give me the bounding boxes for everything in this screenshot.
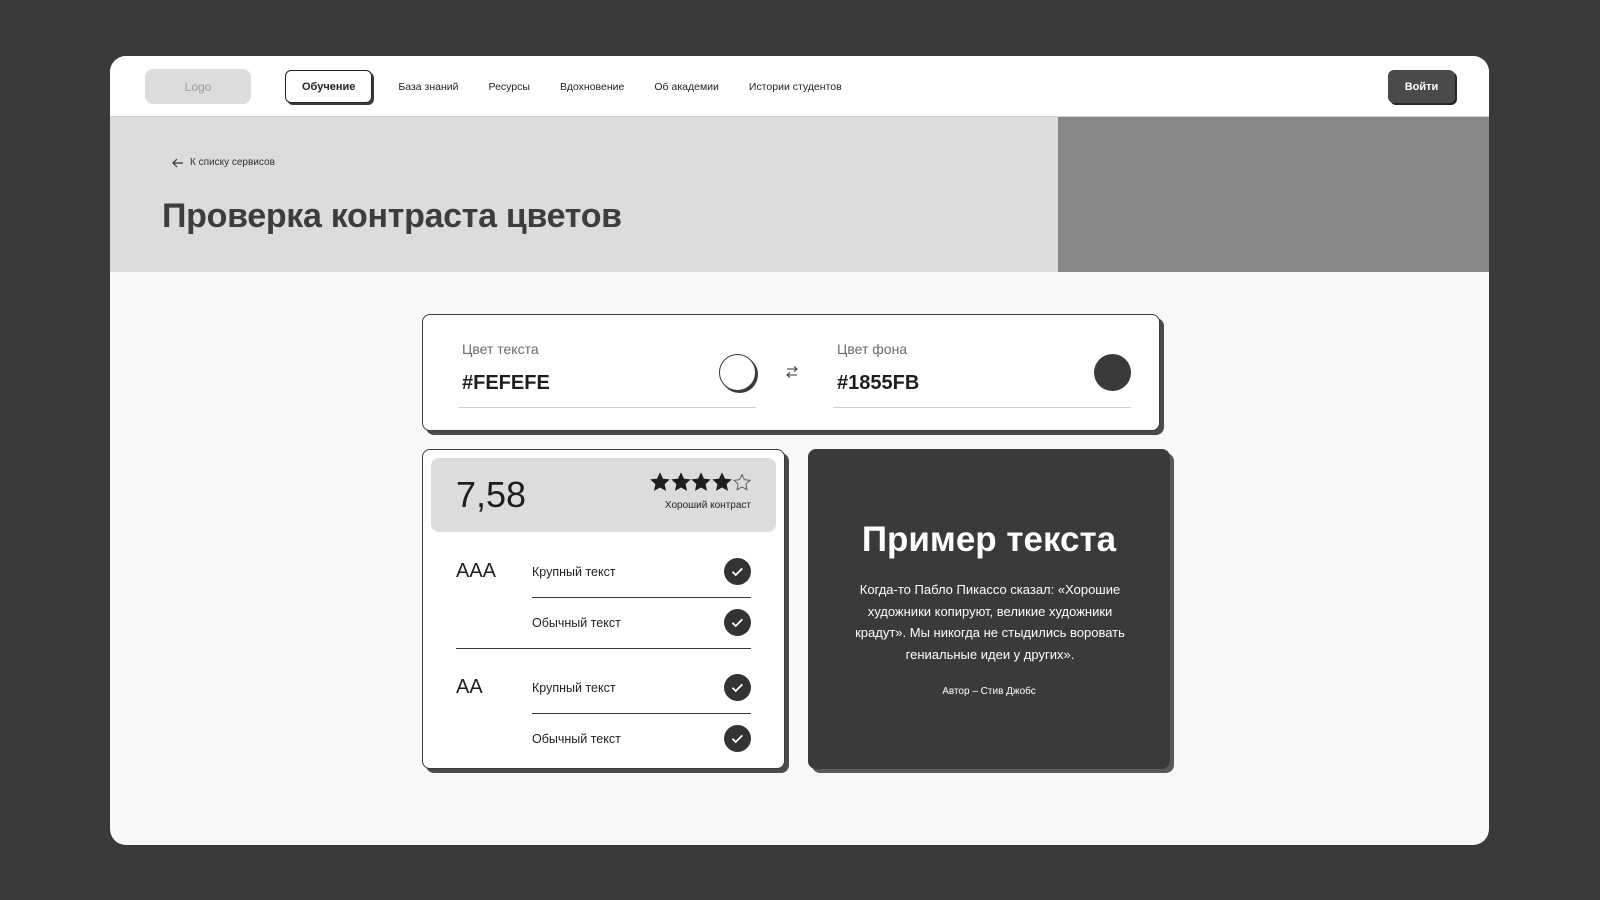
main-nav: Обучение База знаний Ресурсы Вдохновение…: [285, 70, 872, 103]
criterion-label: Обычный текст: [532, 731, 621, 746]
star-filled-icon: [650, 472, 670, 491]
nav-item-learning[interactable]: Обучение: [285, 70, 373, 103]
nav-item-about-academy[interactable]: Об академии: [654, 81, 719, 93]
rating-stars: [650, 472, 753, 492]
app-frame: Logo Обучение База знаний Ресурсы Вдохно…: [110, 56, 1489, 845]
nav-item-student-stories[interactable]: Истории студентов: [749, 81, 842, 93]
criterion-label: Крупный текст: [532, 680, 616, 695]
nav-item-inspiration[interactable]: Вдохновение: [560, 81, 624, 93]
level-aaa-label: AAA: [456, 560, 497, 582]
nav-item-resources[interactable]: Ресурсы: [489, 81, 530, 93]
background-color-input[interactable]: [837, 372, 1077, 395]
arrow-left-icon: [172, 158, 183, 167]
back-link-label: К списку сервисов: [190, 157, 275, 168]
star-outline-icon: [732, 473, 752, 491]
text-color-field: Цвет текста: [458, 315, 756, 430]
text-color-label: Цвет текста: [462, 341, 539, 357]
hero-section: К списку сервисов Проверка контраста цве…: [110, 117, 1058, 272]
nav-item-knowledge-base[interactable]: База знаний: [398, 81, 458, 93]
preview-title: Пример текста: [861, 520, 1117, 559]
top-navigation-bar: Logo Обучение База знаний Ресурсы Вдохно…: [110, 56, 1489, 117]
criterion-label: Крупный текст: [532, 564, 616, 579]
star-filled-icon: [670, 472, 691, 491]
preview-quote: Когда-то Пабло Пикассо сказал: «Хорошие …: [855, 582, 1125, 662]
check-circle-icon: [724, 674, 751, 701]
color-inputs-card: Цвет текста Цвет фона: [422, 314, 1160, 431]
level-aaa-normal-text-row: Обычный текст: [532, 597, 751, 648]
criterion-label: Обычный текст: [532, 615, 621, 630]
background-color-swatch[interactable]: [1094, 354, 1131, 391]
check-circle-icon: [724, 558, 751, 585]
logo[interactable]: Logo: [145, 69, 251, 104]
contrast-rating-caption: Хороший контраст: [664, 500, 751, 511]
field-underline: [833, 407, 1131, 408]
back-link[interactable]: К списку сервисов: [172, 157, 275, 168]
level-aaa-large-text-row: Крупный текст: [532, 546, 751, 597]
page-title: Проверка контраста цветов: [162, 197, 622, 235]
field-underline: [458, 407, 756, 408]
star-filled-icon: [711, 472, 732, 491]
login-button[interactable]: Войти: [1388, 70, 1455, 103]
level-aa-normal-text-row: Обычный текст: [532, 713, 751, 764]
text-color-input[interactable]: [462, 372, 702, 395]
level-aa-label: AA: [456, 676, 483, 698]
background-color-label: Цвет фона: [837, 341, 908, 357]
contrast-score-box: 7,58 Хороший контраст: [431, 458, 776, 532]
level-divider: [456, 648, 751, 649]
contrast-ratio-value: 7,58: [456, 474, 527, 515]
star-filled-icon: [691, 472, 711, 491]
level-aa-large-text-row: Крупный текст: [532, 662, 751, 713]
background-color-field: Цвет фона: [833, 315, 1131, 430]
text-preview-card: Пример текста Когда-то Пабло Пикассо ска…: [808, 449, 1170, 769]
text-color-swatch[interactable]: [719, 354, 756, 391]
hero-image-placeholder: [1058, 117, 1489, 272]
check-circle-icon: [724, 609, 751, 636]
contrast-result-card: 7,58 Хороший контраст AAA Крупный текст …: [422, 449, 785, 769]
check-circle-icon: [724, 725, 751, 752]
preview-author: Автор – Стив Джобс: [942, 686, 1036, 697]
swap-colors-icon[interactable]: [784, 364, 800, 380]
